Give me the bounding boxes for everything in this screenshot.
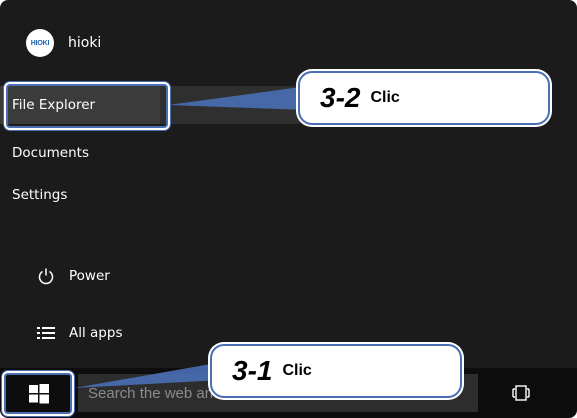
avatar: HIOKI: [26, 29, 54, 57]
menu-item-settings[interactable]: Settings: [0, 176, 300, 214]
documents-label: Documents: [12, 145, 89, 161]
start-menu: HIOKI hioki File Explorer Documents Sett…: [0, 0, 577, 368]
task-view-icon[interactable]: [510, 382, 532, 404]
all-apps-label: All apps: [69, 325, 123, 341]
username: hioki: [68, 35, 102, 51]
start-button-highlight: [2, 371, 74, 416]
screenshot-frame: HIOKI hioki File Explorer Documents Sett…: [0, 0, 577, 418]
power-icon: [35, 265, 57, 287]
settings-label: Settings: [12, 187, 68, 203]
callout-step-3-1: 3-1 Clic: [210, 344, 462, 398]
menu-item-power[interactable]: Power: [0, 257, 300, 295]
callout-text: Clic: [370, 89, 400, 106]
callout-step-3-2: 3-2 Clic: [298, 71, 550, 125]
callout-number: 3-1: [232, 355, 273, 386]
power-label: Power: [69, 268, 110, 284]
menu-item-documents[interactable]: Documents: [0, 134, 300, 172]
callout-number: 3-2: [320, 82, 361, 113]
list-icon: [35, 322, 57, 344]
avatar-logo-text: HIOKI: [30, 39, 50, 47]
user-account[interactable]: HIOKI hioki: [26, 28, 101, 58]
callout-text: Clic: [282, 362, 312, 379]
file-explorer-highlight: [4, 82, 170, 130]
